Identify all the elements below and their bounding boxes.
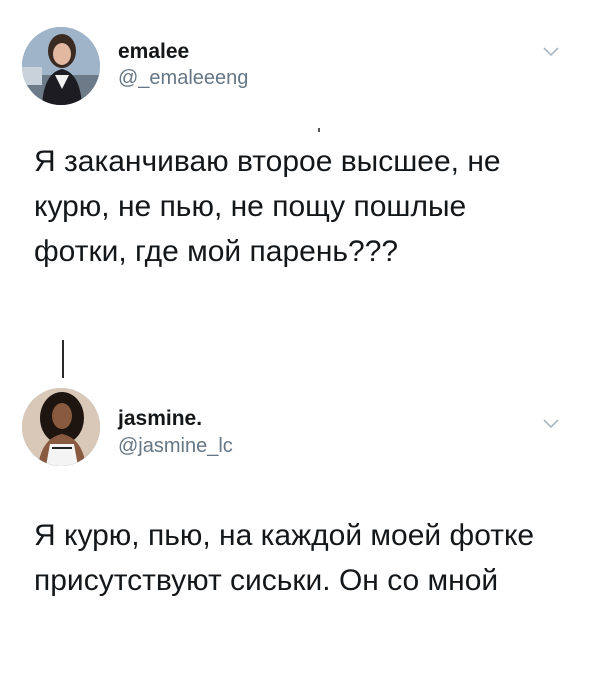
avatar-photo-jasmine: [22, 388, 100, 466]
user-handle[interactable]: @jasmine_lc: [118, 435, 233, 458]
chevron-down-icon[interactable]: [542, 46, 560, 58]
avatar-photo-emalee: [22, 27, 100, 105]
tweet-text: Я заканчиваю второе высшее, не курю, не …: [34, 145, 501, 268]
thread-connector: [62, 340, 64, 378]
avatar[interactable]: [22, 27, 100, 105]
user-handle[interactable]: @_emaleeeng: [118, 67, 248, 90]
user-name[interactable]: emalee: [118, 40, 189, 64]
chevron-down-icon[interactable]: [542, 418, 560, 430]
user-name[interactable]: jasmine.: [118, 407, 202, 431]
tweet-text: Я курю, пью, на каждой моей фотке присут…: [34, 519, 535, 597]
stray-mark: [318, 128, 320, 132]
avatar[interactable]: [22, 388, 100, 466]
